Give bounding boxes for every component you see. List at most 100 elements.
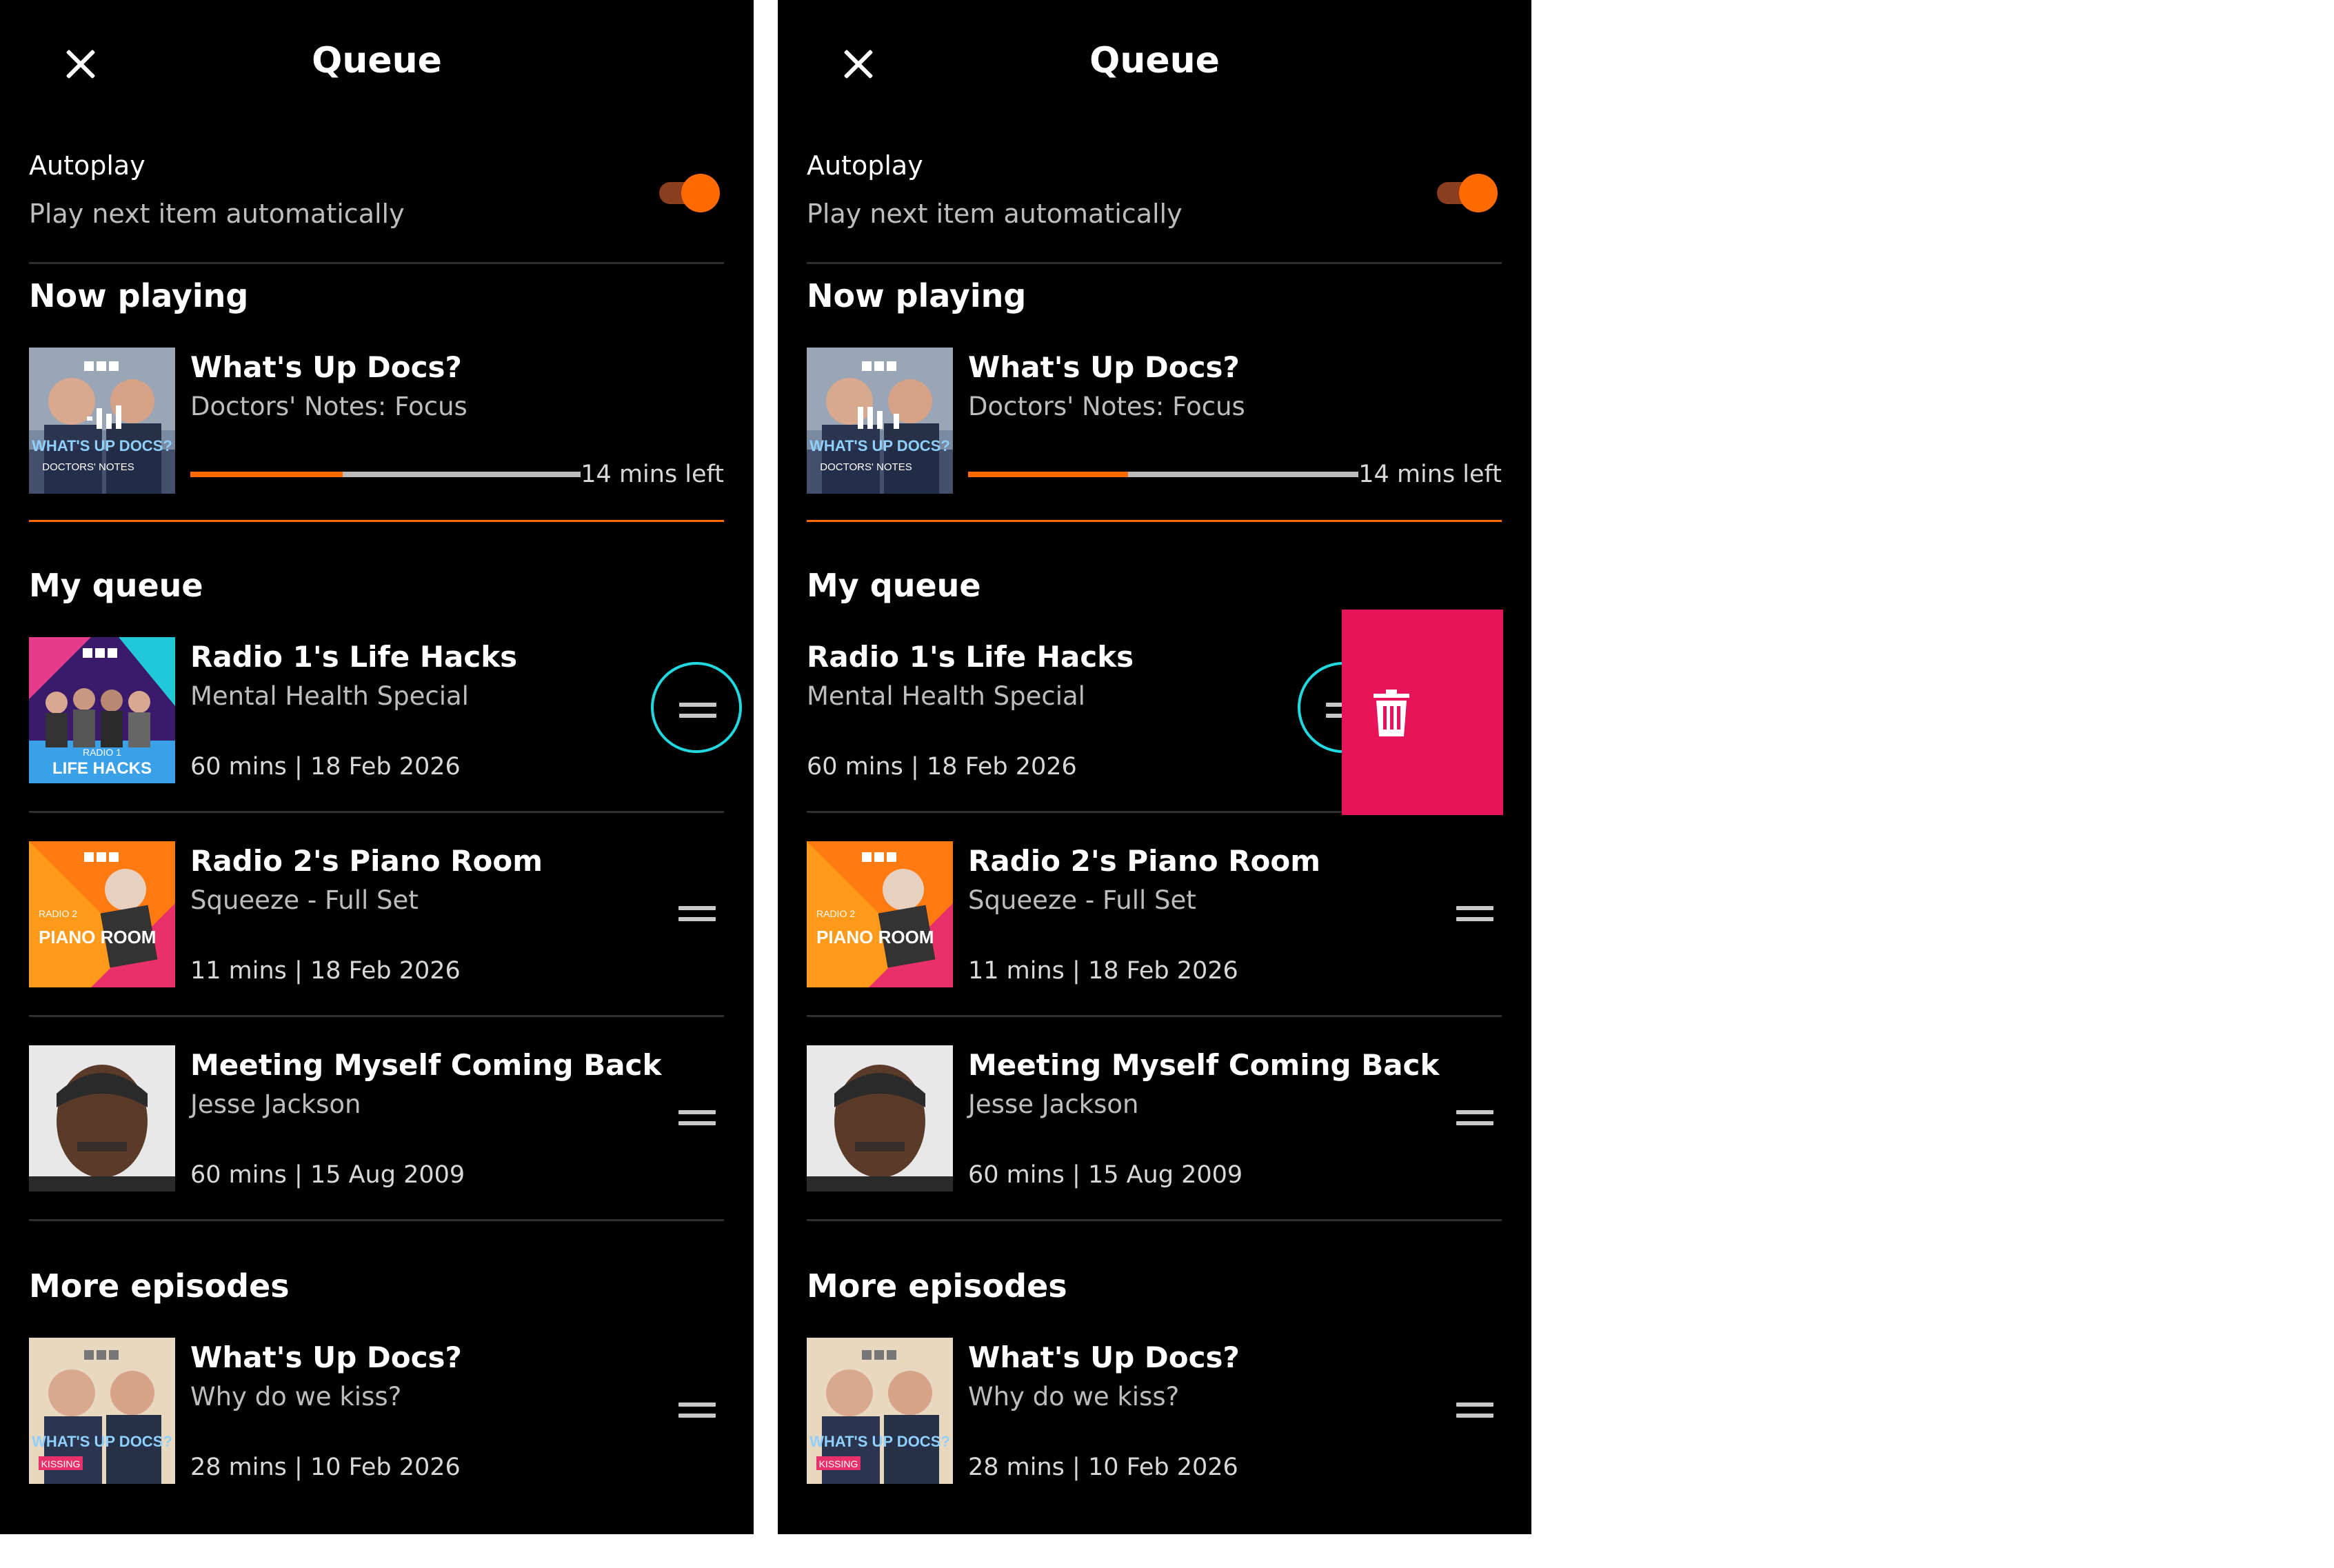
item-title: Meeting Myself Coming Back	[190, 1048, 662, 1082]
now-playing-thumbnail: WHAT'S UP DOCS? DOCTORS' NOTES	[29, 348, 175, 494]
now-playing-subtitle: Doctors' Notes: Focus	[968, 392, 1245, 421]
drag-handle-icon[interactable]	[677, 1396, 717, 1425]
divider	[807, 1015, 1502, 1017]
now-playing-item[interactable]: WHAT'S UP DOCS? DOCTORS' NOTES What's Up…	[29, 348, 724, 494]
now-playing-heading: Now playing	[807, 277, 1027, 314]
now-playing-subtitle: Doctors' Notes: Focus	[190, 392, 467, 421]
autoplay-label: Autoplay	[29, 150, 145, 181]
now-playing-divider	[29, 520, 724, 522]
item-title: What's Up Docs?	[968, 1340, 1240, 1374]
item-subtitle: Mental Health Special	[807, 681, 1085, 711]
now-playing-divider	[807, 520, 1502, 522]
item-title: Radio 1's Life Hacks	[190, 640, 518, 674]
item-subtitle: Why do we kiss?	[968, 1382, 1180, 1411]
item-title: Radio 2's Piano Room	[190, 844, 543, 878]
thumb-title: WHAT'S UP DOCS?	[32, 1433, 172, 1450]
progress-fill	[968, 472, 1129, 477]
progress-fill	[190, 472, 343, 477]
item-thumbnail: WHAT'S UP DOCS? KISSING	[29, 1338, 175, 1484]
list-item[interactable]: WHAT'S UP DOCS? KISSING What's Up Docs? …	[807, 1338, 1502, 1484]
item-meta: 60 mins | 18 Feb 2026	[190, 753, 461, 781]
thumb-subtitle: RADIO 1	[83, 747, 121, 758]
item-title: What's Up Docs?	[190, 1340, 462, 1374]
thumb-subtitle: DOCTORS' NOTES	[820, 461, 912, 473]
drag-handle-icon[interactable]	[1455, 899, 1495, 928]
autoplay-toggle[interactable]	[656, 174, 720, 212]
my-queue-heading: My queue	[807, 567, 981, 604]
drag-handle-icon[interactable]	[677, 1103, 717, 1132]
divider	[29, 262, 724, 264]
item-meta: 11 mins | 18 Feb 2026	[190, 957, 461, 985]
item-thumbnail: WHAT'S UP DOCS? KISSING	[807, 1338, 953, 1484]
playback-progress[interactable]	[968, 472, 1358, 477]
divider	[807, 262, 1502, 264]
more-episodes-heading: More episodes	[807, 1267, 1067, 1305]
now-playing-thumbnail: WHAT'S UP DOCS? DOCTORS' NOTES	[807, 348, 953, 494]
list-item[interactable]: WHAT'S UP DOCS? KISSING What's Up Docs? …	[29, 1338, 724, 1484]
divider	[29, 1015, 724, 1017]
item-thumbnail: RADIO 2 PIANO ROOM	[29, 841, 175, 987]
item-title: Radio 1's Life Hacks	[807, 640, 1134, 674]
item-meta: 11 mins | 18 Feb 2026	[968, 957, 1238, 985]
thumb-subtitle: RADIO 2	[39, 908, 77, 919]
list-item[interactable]: Meeting Myself Coming Back Jesse Jackson…	[29, 1045, 724, 1192]
queue-header: Queue	[0, 0, 754, 124]
more-episodes-heading: More episodes	[29, 1267, 290, 1305]
thumb-title: LIFE HACKS	[52, 759, 152, 778]
drag-handle-icon[interactable]	[1455, 1103, 1495, 1132]
now-playing-item[interactable]: WHAT'S UP DOCS? DOCTORS' NOTES What's Up…	[807, 348, 1502, 494]
item-meta: 60 mins | 18 Feb 2026	[807, 753, 1077, 781]
thumb-title: PIANO ROOM	[39, 927, 156, 947]
playback-progress[interactable]	[190, 472, 581, 477]
item-thumbnail	[29, 1045, 175, 1192]
list-item[interactable]: RADIO 2 PIANO ROOM Radio 2's Piano Room …	[29, 841, 724, 987]
trash-icon[interactable]	[1372, 690, 1411, 736]
list-item[interactable]: RADIO 2 PIANO ROOM Radio 2's Piano Room …	[807, 841, 1502, 987]
item-thumbnail: RADIO 2 PIANO ROOM	[807, 841, 953, 987]
item-title: Radio 2's Piano Room	[968, 844, 1321, 878]
autoplay-label: Autoplay	[807, 150, 923, 181]
now-playing-heading: Now playing	[29, 277, 249, 314]
thumb-subtitle: DOCTORS' NOTES	[42, 461, 134, 473]
list-item[interactable]: Meeting Myself Coming Back Jesse Jackson…	[807, 1045, 1502, 1192]
page-title: Queue	[312, 40, 442, 81]
drag-handle-icon[interactable]	[651, 662, 742, 753]
autoplay-description: Play next item automatically	[29, 199, 405, 229]
toggle-knob	[1459, 174, 1498, 212]
item-thumbnail: RADIO 1 LIFE HACKS	[29, 637, 175, 783]
divider	[29, 1219, 724, 1221]
list-item[interactable]: RADIO 1 LIFE HACKS Radio 1's Life Hacks …	[29, 637, 742, 783]
item-meta: 28 mins | 10 Feb 2026	[968, 1454, 1238, 1481]
autoplay-description: Play next item automatically	[807, 199, 1183, 229]
item-title: Meeting Myself Coming Back	[968, 1048, 1440, 1082]
divider	[807, 1219, 1502, 1221]
queue-panel: Queue Autoplay Play next item automatica…	[0, 0, 754, 1534]
item-subtitle: Jesse Jackson	[190, 1089, 361, 1119]
drag-handle-icon[interactable]	[1455, 1396, 1495, 1425]
item-subtitle: Jesse Jackson	[968, 1089, 1139, 1119]
item-subtitle: Mental Health Special	[190, 681, 469, 711]
item-meta: 28 mins | 10 Feb 2026	[190, 1454, 461, 1481]
toggle-knob	[681, 174, 720, 212]
page-title: Queue	[1089, 40, 1220, 81]
item-meta: 60 mins | 15 Aug 2009	[968, 1161, 1243, 1189]
item-meta: 60 mins | 15 Aug 2009	[190, 1161, 465, 1189]
thumb-title: PIANO ROOM	[816, 927, 934, 947]
divider	[29, 811, 724, 813]
item-subtitle: Squeeze - Full Set	[190, 885, 419, 915]
thumb-title: WHAT'S UP DOCS?	[809, 437, 950, 454]
autoplay-toggle[interactable]	[1434, 174, 1498, 212]
item-subtitle: Why do we kiss?	[190, 1382, 402, 1411]
my-queue-heading: My queue	[29, 567, 203, 604]
delete-button[interactable]	[1342, 610, 1503, 815]
item-subtitle: Squeeze - Full Set	[968, 885, 1196, 915]
thumb-subtitle: RADIO 2	[816, 908, 855, 919]
thumb-title: WHAT'S UP DOCS?	[809, 1433, 950, 1450]
thumb-title: WHAT'S UP DOCS?	[32, 437, 172, 454]
now-playing-title: What's Up Docs?	[190, 350, 462, 384]
queue-header: Queue	[778, 0, 1531, 124]
thumb-subtitle: KISSING	[819, 1458, 858, 1469]
time-left: 14 mins left	[581, 461, 724, 488]
time-left: 14 mins left	[1358, 461, 1502, 488]
drag-handle-icon[interactable]	[677, 899, 717, 928]
